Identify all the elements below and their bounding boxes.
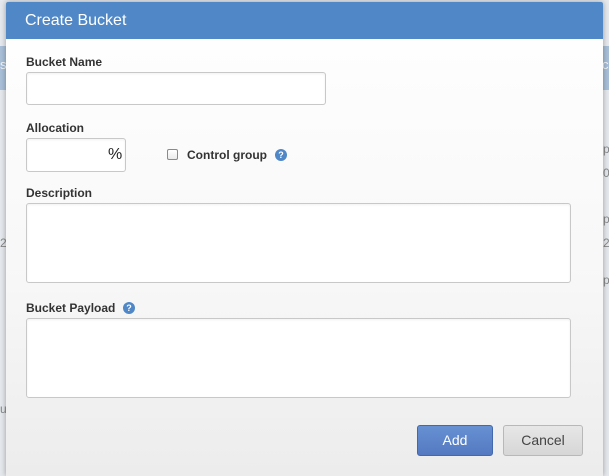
bucket-payload-help-icon[interactable]: ? (123, 302, 135, 314)
percent-suffix: % (108, 146, 123, 163)
background-text-fragment: 2 (603, 236, 609, 250)
dialog-title: Create Bucket (25, 12, 127, 29)
control-group-help-icon[interactable]: ? (275, 149, 287, 161)
allocation-label: Allocation (26, 121, 85, 135)
add-button[interactable]: Add (417, 425, 493, 456)
create-bucket-dialog: Create Bucket Bucket Name Allocation % C… (6, 2, 603, 476)
description-label: Description (26, 186, 93, 200)
background-text-fragment: p (603, 273, 609, 287)
bucket-name-input[interactable] (26, 72, 326, 105)
control-group-label[interactable]: Control group (187, 148, 267, 162)
background-text-fragment: p (603, 212, 609, 226)
cancel-button[interactable]: Cancel (503, 425, 583, 456)
dialog-header: Create Bucket (6, 2, 603, 39)
background-text-fragment: p (603, 142, 609, 156)
bucket-payload-label: Bucket Payload (26, 301, 116, 315)
control-group-checkbox[interactable] (167, 149, 178, 160)
bucket-name-label: Bucket Name (26, 55, 103, 69)
bucket-payload-textarea[interactable] (26, 318, 571, 398)
description-textarea[interactable] (26, 203, 571, 283)
background-text-fragment: 0( (603, 166, 609, 180)
